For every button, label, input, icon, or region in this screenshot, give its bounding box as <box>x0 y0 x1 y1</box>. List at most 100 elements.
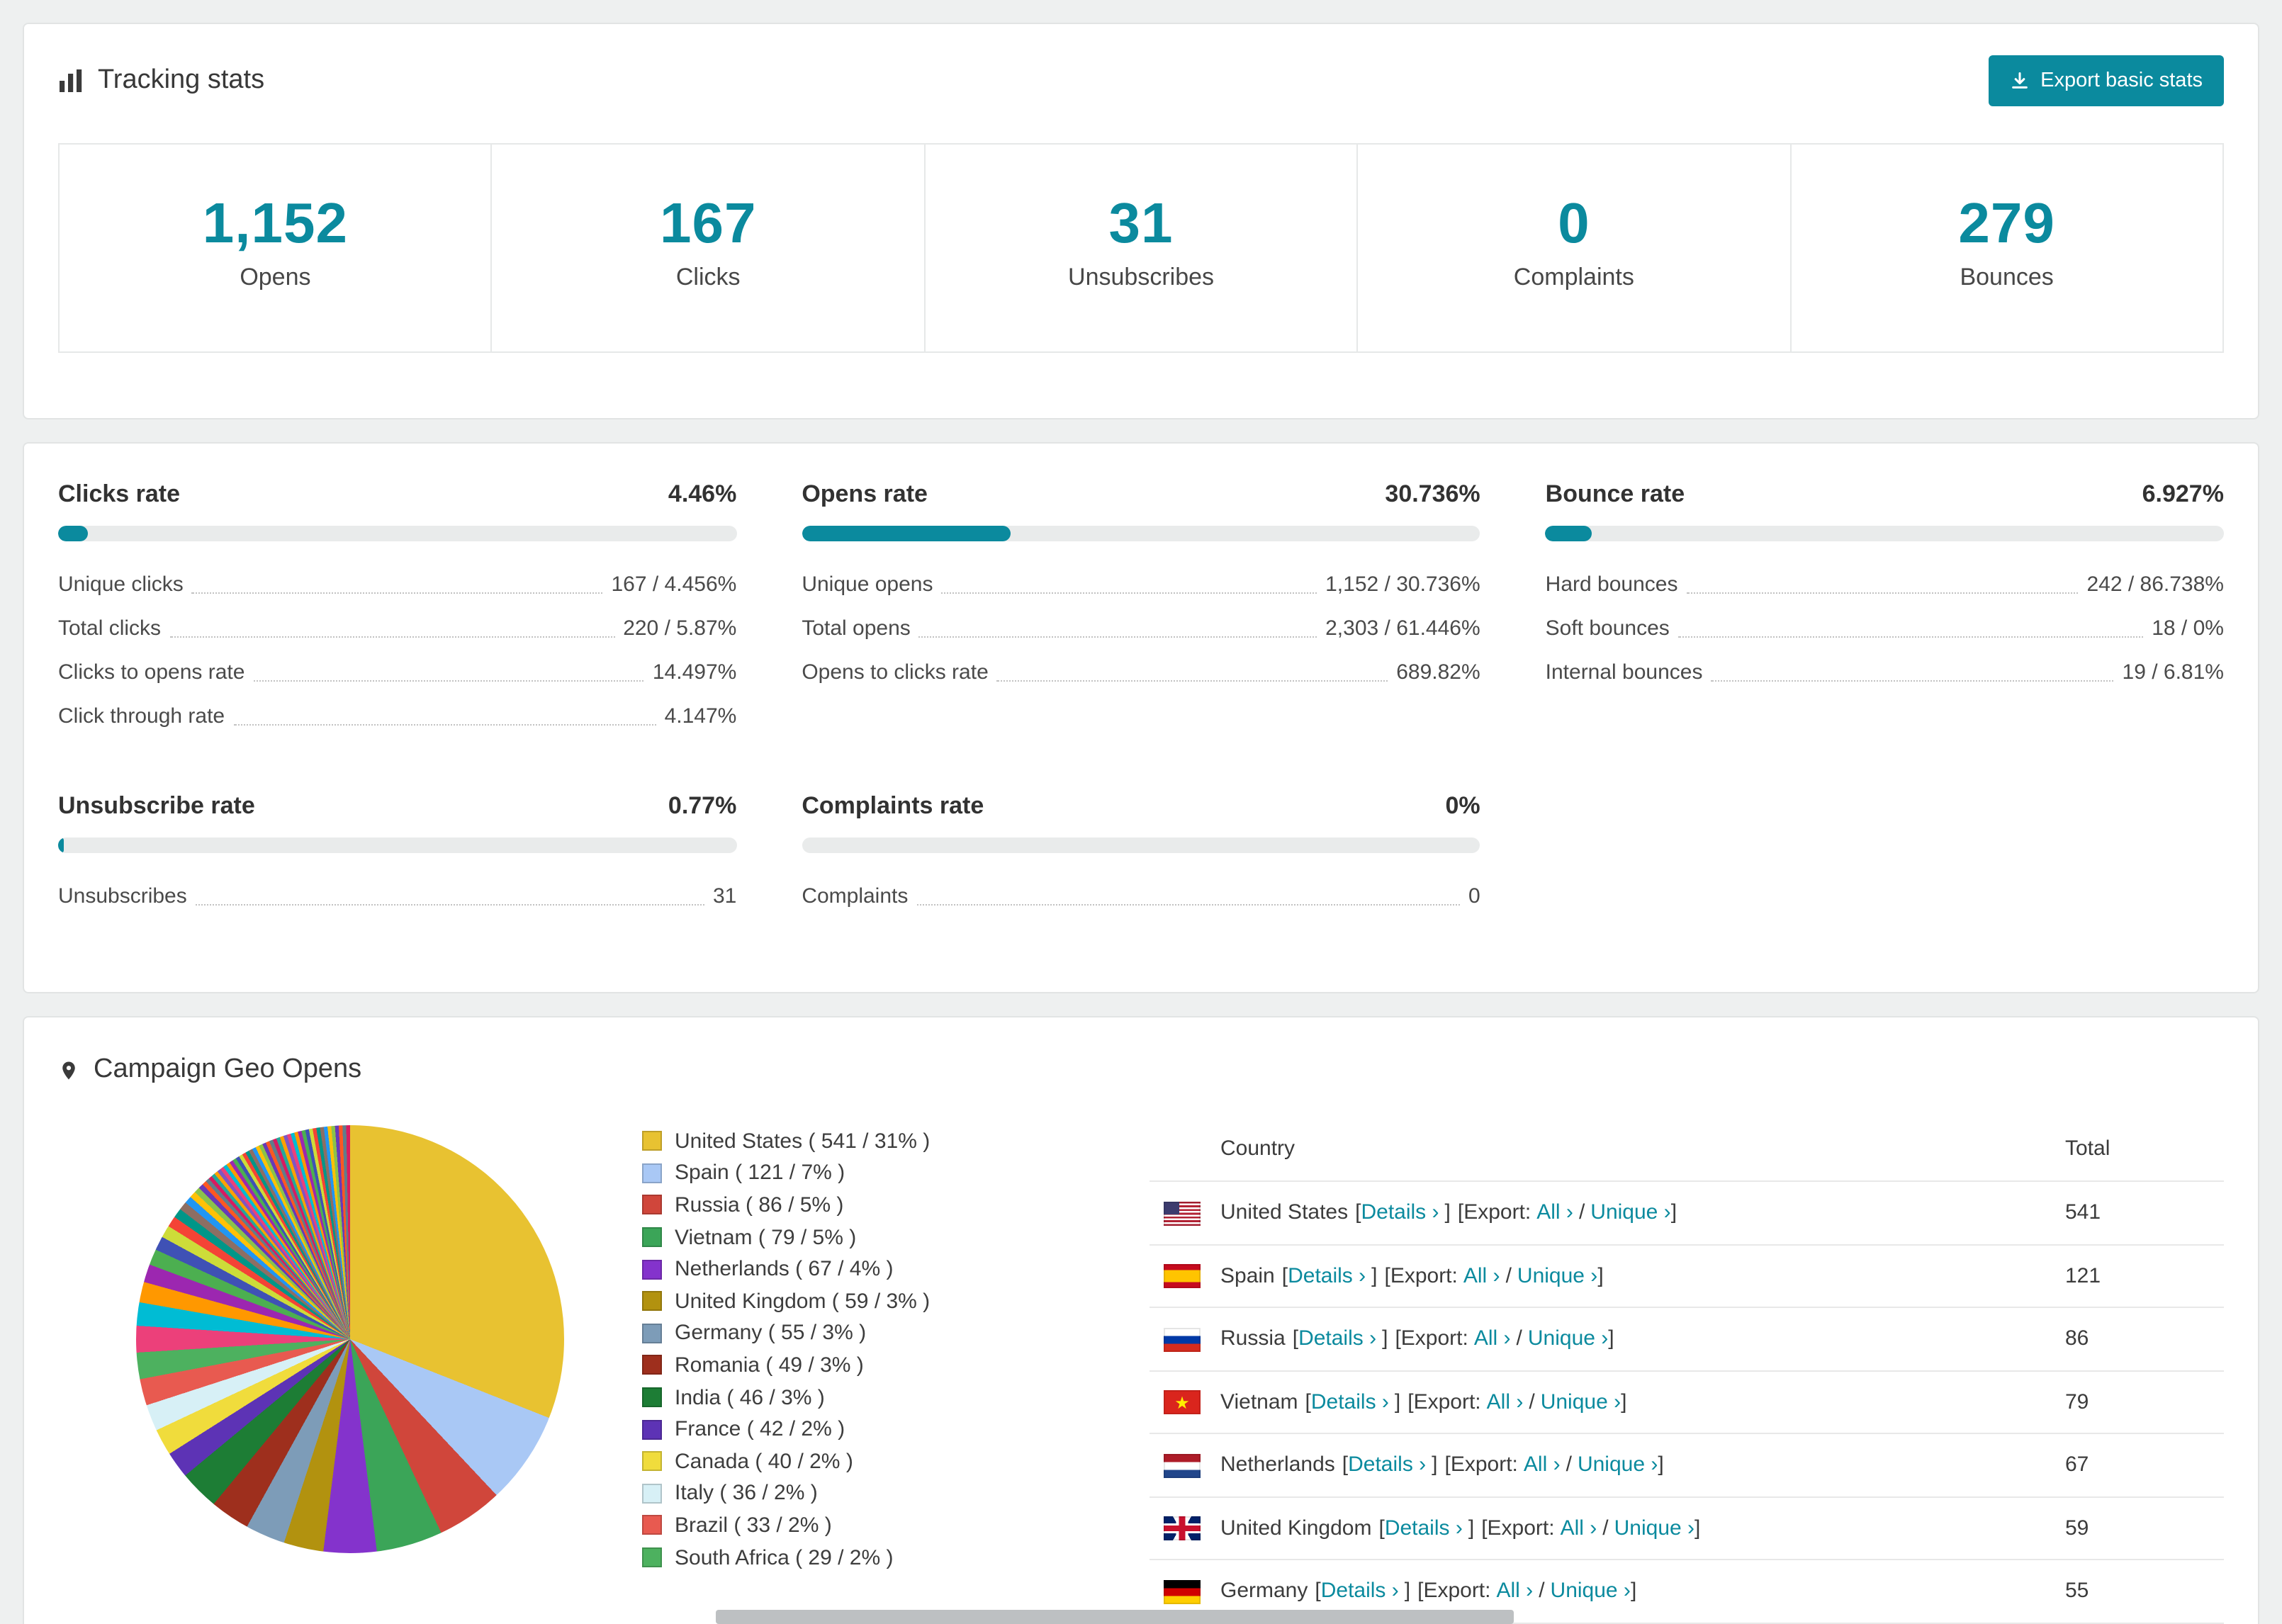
details-link[interactable]: Details › <box>1321 1579 1399 1603</box>
rate-block: Unsubscribe rate 0.77% Unsubscribes 31 <box>58 792 737 918</box>
legend-item: Spain ( 121 / 7% ) <box>642 1157 1141 1189</box>
export-unique-link[interactable]: Unique › <box>1578 1453 1658 1477</box>
export-all-link[interactable]: All › <box>1487 1390 1524 1414</box>
rate-row: Clicks to opens rate 14.497% <box>58 650 736 694</box>
rate-row-label: Complaints <box>802 884 909 908</box>
progress-bar-fill <box>58 526 89 541</box>
country-cell: United Kingdom [Details ›] [Export: All › / U… <box>1220 1496 2065 1560</box>
export-all-link[interactable]: All › <box>1474 1327 1511 1351</box>
table-row: Netherlands [Details ›] [Export: All › / Uniq… <box>1150 1433 2224 1497</box>
dotted-leader <box>918 636 1317 637</box>
stat-value: 167 <box>659 193 757 255</box>
rate-row: Hard bounces 242 / 86.738% <box>1546 563 2224 607</box>
legend-swatch <box>642 1387 662 1408</box>
table-row: United States [Details ›] [Export: All › / Un… <box>1150 1181 2224 1245</box>
pie-chart-area <box>58 1117 642 1623</box>
legend-label: Italy ( 36 / 2% ) <box>675 1481 818 1506</box>
bracket: ] <box>1694 1516 1701 1540</box>
dotted-leader <box>253 680 644 681</box>
total-cell: 59 <box>2065 1516 2089 1540</box>
rate-row-value: 18 / 0% <box>2152 616 2224 640</box>
legend-swatch <box>642 1227 662 1248</box>
flag-cell <box>1150 1244 1220 1307</box>
location-pin-icon <box>58 1056 79 1083</box>
dotted-leader <box>1686 592 2079 593</box>
export-all-link[interactable]: All › <box>1561 1516 1597 1540</box>
stat-cell: 0 Complaints <box>1356 145 1789 351</box>
export-all-link[interactable]: All › <box>1463 1264 1500 1288</box>
rate-value: 0% <box>1445 792 1480 819</box>
legend-item: Brazil ( 33 / 2% ) <box>642 1509 1141 1541</box>
details-link[interactable]: Details › <box>1361 1201 1439 1225</box>
export-all-link[interactable]: All › <box>1524 1453 1561 1477</box>
legend-item: South Africa ( 29 / 2% ) <box>642 1541 1141 1573</box>
bar-chart-icon <box>58 68 84 94</box>
legend-label: Russia ( 86 / 5% ) <box>675 1192 844 1217</box>
export-label: Export: <box>1423 1579 1491 1603</box>
details-link[interactable]: Details › <box>1385 1516 1463 1540</box>
progress-bar <box>802 526 1480 541</box>
bracket: ] <box>1371 1263 1378 1288</box>
legend-item: France ( 42 / 2% ) <box>642 1414 1141 1445</box>
bracket: ] <box>1670 1200 1677 1225</box>
rate-row: Complaints 0 <box>802 874 1480 918</box>
stat-value: 1,152 <box>202 193 348 255</box>
export-unique-link[interactable]: Unique › <box>1541 1390 1621 1414</box>
details-link[interactable]: Details › <box>1311 1390 1389 1414</box>
flag-cell <box>1150 1496 1220 1560</box>
bracket: ] <box>1658 1453 1664 1477</box>
progress-bar <box>802 838 1480 853</box>
legend-swatch <box>642 1419 662 1440</box>
export-unique-link[interactable]: Unique › <box>1528 1327 1608 1351</box>
legend-label: Vietnam ( 79 / 5% ) <box>675 1225 857 1250</box>
geo-pie-chart <box>136 1125 564 1553</box>
details-link[interactable]: Details › <box>1298 1327 1376 1351</box>
total-cell: 121 <box>2065 1263 2101 1288</box>
rate-block: Bounce rate 6.927% Hard bounces 242 / 86… <box>1545 480 2224 738</box>
rate-block: Complaints rate 0% Complaints 0 <box>802 792 1480 918</box>
rate-row-label: Hard bounces <box>1545 572 1678 596</box>
export-unique-link[interactable]: Unique › <box>1614 1516 1694 1540</box>
legend-item: Russia ( 86 / 5% ) <box>642 1189 1141 1221</box>
bracket: ] <box>1608 1326 1614 1351</box>
country-name: United Kingdom <box>1220 1516 1372 1540</box>
rate-row-label: Unsubscribes <box>58 884 187 908</box>
bracket: [ <box>1378 1516 1385 1540</box>
rate-rows: Complaints 0 <box>802 874 1480 918</box>
tracking-stats-card: Tracking stats Export basic stats 1,152 … <box>23 23 2259 419</box>
flag-cell <box>1150 1307 1220 1370</box>
country-flag-icon <box>1164 1516 1201 1541</box>
legend-label: Spain ( 121 / 7% ) <box>675 1161 845 1185</box>
separator: / <box>1516 1326 1522 1351</box>
horizontal-scrollbar-thumb[interactable] <box>716 1610 1514 1624</box>
stat-cell: 167 Clicks <box>490 145 924 351</box>
rate-row: Unsubscribes 31 <box>58 874 736 918</box>
table-row: Vietnam[Details ›][Export:All ›/Unique ›… <box>1150 1370 2224 1434</box>
separator: / <box>1602 1516 1609 1540</box>
bracket: ] <box>1382 1326 1388 1351</box>
export-basic-stats-button[interactable]: Export basic stats <box>1988 55 2224 106</box>
dotted-leader <box>195 903 704 905</box>
legend-item: United States ( 541 / 31% ) <box>642 1125 1141 1157</box>
export-unique-link[interactable]: Unique › <box>1590 1201 1670 1225</box>
rate-row-label: Soft bounces <box>1545 616 1670 640</box>
export-unique-link[interactable]: Unique › <box>1517 1264 1597 1288</box>
export-all-link[interactable]: All › <box>1536 1201 1573 1225</box>
progress-bar-fill <box>58 838 64 853</box>
country-cell: Russia [Details ›] [Export: All › / Unique ›] <box>1220 1307 2065 1370</box>
rate-title: Clicks rate <box>58 480 180 507</box>
rate-value: 6.927% <box>2142 480 2224 507</box>
export-all-link[interactable]: All › <box>1497 1579 1534 1603</box>
country-flag-icon <box>1164 1390 1201 1415</box>
rate-head: Opens rate 30.736% <box>802 480 1480 509</box>
export-unique-link[interactable]: Unique › <box>1551 1579 1631 1603</box>
total-cell: 67 <box>2065 1453 2089 1477</box>
dotted-leader <box>191 592 603 593</box>
rates-grid: Clicks rate 4.46% Unique clicks 167 / 4.… <box>58 480 2224 918</box>
bracket: ] <box>1597 1263 1604 1288</box>
details-link[interactable]: Details › <box>1348 1453 1426 1477</box>
rate-row-value: 31 <box>712 884 737 908</box>
country-name: United States <box>1220 1200 1349 1225</box>
details-link[interactable]: Details › <box>1288 1264 1366 1288</box>
legend-swatch <box>642 1483 662 1504</box>
